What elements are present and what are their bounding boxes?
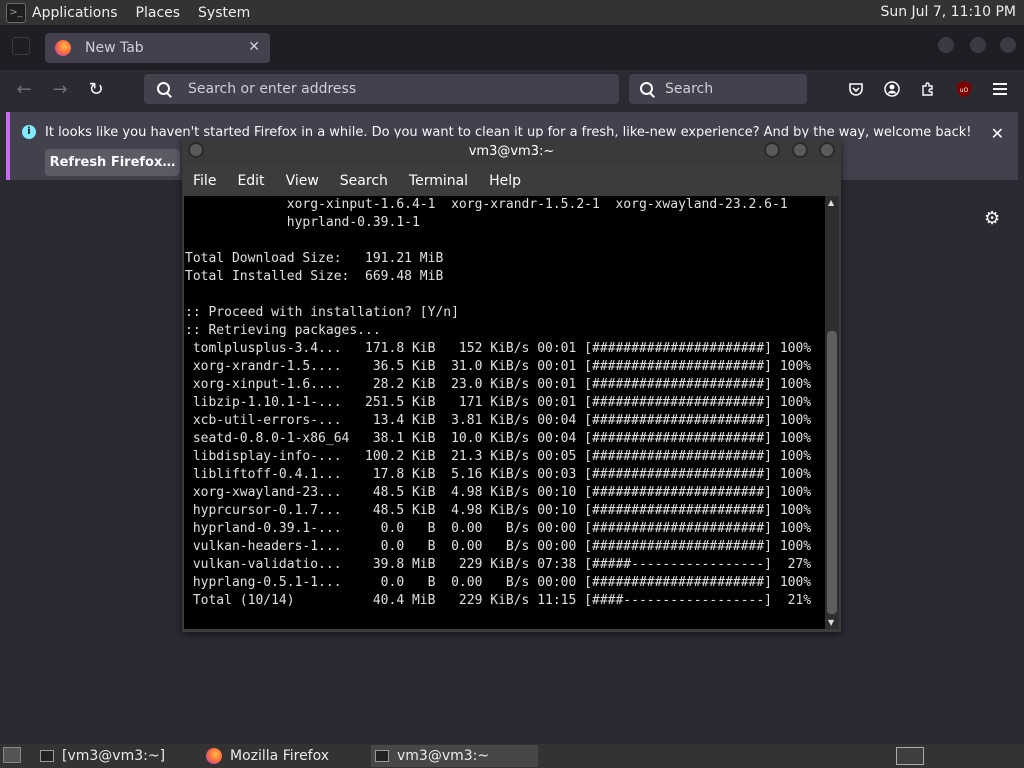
terminal-line: xorg-xinput-1.6.... 28.2 KiB 23.0 KiB/s …: [185, 377, 812, 392]
taskbar-item-label: vm3@vm3:~: [397, 748, 490, 764]
maximize-icon[interactable]: [970, 37, 986, 53]
menu-edit[interactable]: Edit: [237, 173, 264, 189]
menu-icon[interactable]: [992, 82, 1008, 96]
reload-icon[interactable]: ↻: [86, 80, 106, 100]
system-menu[interactable]: System: [198, 5, 250, 21]
search-input[interactable]: [663, 80, 807, 98]
terminal-line: seatd-0.8.0-1-x86_64 38.1 KiB 10.0 KiB/s…: [185, 431, 812, 446]
minimize-icon[interactable]: [764, 142, 780, 158]
menu-search[interactable]: Search: [340, 173, 388, 189]
firefox-toolbar: ← → ↻ uO: [0, 70, 1024, 110]
terminal-line: vulkan-headers-1... 0.0 B 0.00 B/s 00:00…: [185, 539, 812, 554]
terminal-menubar: File Edit View Search Terminal Help: [182, 166, 841, 196]
taskbar-item-terminal-minimized[interactable]: [vm3@vm3:~]: [36, 745, 196, 767]
terminal-line: xorg-xinput-1.6.4-1 xorg-xrandr-1.5.2-1 …: [185, 197, 788, 212]
taskbar-item-terminal-active[interactable]: vm3@vm3:~: [371, 745, 538, 767]
top-panel: >_ Applications Places System Sun Jul 7,…: [0, 0, 1024, 25]
terminal-line: xorg-xwayland-23... 48.5 KiB 4.98 KiB/s …: [185, 485, 812, 500]
scrollbar-thumb[interactable]: [827, 331, 837, 614]
ublock-origin-icon[interactable]: uO: [956, 80, 972, 98]
pocket-icon[interactable]: [848, 81, 864, 97]
search-icon: [156, 81, 172, 97]
terminal-line: libdisplay-info-... 100.2 KiB 21.3 KiB/s…: [185, 449, 812, 464]
clock[interactable]: Sun Jul 7, 11:10 PM: [880, 4, 1016, 20]
address-input[interactable]: [186, 80, 570, 98]
search-icon: [639, 81, 653, 97]
show-desktop-icon[interactable]: [3, 747, 21, 763]
places-menu[interactable]: Places: [136, 5, 181, 21]
info-icon: i: [22, 125, 36, 139]
terminal-line: xorg-xrandr-1.5.... 36.5 KiB 31.0 KiB/s …: [185, 359, 812, 374]
terminal-line: [184, 232, 825, 250]
menu-view[interactable]: View: [286, 173, 319, 189]
terminal-window: vm3@vm3:~ File Edit View Search Terminal…: [182, 138, 841, 632]
taskbar-item-label: [vm3@vm3:~]: [62, 748, 166, 764]
taskbar-item-label: Mozilla Firefox: [230, 748, 330, 764]
scroll-down-icon[interactable]: ▼: [828, 618, 834, 627]
terminal-line: hyprland-0.39.1-... 0.0 B 0.00 B/s 00:00…: [185, 521, 812, 536]
terminal-line: :: Retrieving packages...: [185, 323, 381, 338]
terminal-line: Total (10/14) 40.4 MiB 229 KiB/s 11:15 […: [185, 593, 812, 608]
scroll-up-icon[interactable]: ▲: [828, 198, 834, 207]
applications-menu[interactable]: Applications: [32, 5, 118, 21]
bottom-taskbar: [vm3@vm3:~] Mozilla Firefox vm3@vm3:~: [0, 744, 1024, 768]
menu-help[interactable]: Help: [489, 173, 521, 189]
back-icon[interactable]: ←: [14, 80, 34, 100]
tab-title: New Tab: [85, 40, 144, 56]
close-tab-icon[interactable]: ✕: [248, 39, 260, 55]
terminal-line: :: Proceed with installation? [Y/n]: [185, 305, 459, 320]
terminal-scrollbar[interactable]: ▲ ▼: [825, 196, 839, 629]
firefox-tab-bar: New Tab ✕: [0, 25, 1024, 70]
terminal-line: xcb-util-errors-... 13.4 KiB 3.81 KiB/s …: [185, 413, 812, 428]
terminal-icon: [40, 750, 54, 762]
terminal-output[interactable]: xorg-xinput-1.6.4-1 xorg-xrandr-1.5.2-1 …: [184, 196, 825, 629]
menu-terminal[interactable]: Terminal: [409, 173, 468, 189]
window-title: vm3@vm3:~: [468, 144, 555, 159]
search-bar[interactable]: [629, 74, 807, 104]
terminal-line: hyprcursor-0.1.7... 48.5 KiB 4.98 KiB/s …: [185, 503, 812, 518]
close-icon[interactable]: ✕: [991, 124, 1004, 143]
taskbar-item-firefox[interactable]: Mozilla Firefox: [202, 745, 367, 767]
menu-file[interactable]: File: [193, 173, 216, 189]
terminal-line: hyprlang-0.5.1-1... 0.0 B 0.00 B/s 00:00…: [185, 575, 812, 590]
terminal-icon: [375, 750, 389, 762]
terminal-title-bar[interactable]: vm3@vm3:~: [182, 138, 841, 166]
minimize-icon[interactable]: [938, 37, 954, 53]
tab-new-tab[interactable]: New Tab ✕: [45, 33, 270, 63]
terminal-line: tomlplusplus-3.4... 171.8 KiB 152 KiB/s …: [185, 341, 812, 356]
maximize-icon[interactable]: [792, 142, 808, 158]
terminal-line: libliftoff-0.4.1... 17.8 KiB 5.16 KiB/s …: [185, 467, 812, 482]
gear-icon[interactable]: ⚙: [984, 208, 1000, 229]
workspace-switcher[interactable]: [896, 747, 924, 765]
window-menu-icon[interactable]: [188, 142, 204, 158]
svg-text:uO: uO: [960, 87, 969, 94]
close-window-icon[interactable]: [819, 142, 835, 158]
refresh-firefox-button[interactable]: Refresh Firefox…: [45, 149, 180, 176]
terminal-launcher-icon[interactable]: >_: [6, 2, 26, 23]
tab-list-icon[interactable]: [12, 37, 30, 55]
terminal-line: Total Download Size: 191.21 MiB: [185, 251, 444, 266]
extensions-icon[interactable]: [920, 81, 936, 97]
close-window-icon[interactable]: [1000, 37, 1016, 53]
account-icon[interactable]: [884, 81, 900, 97]
address-bar[interactable]: [144, 74, 619, 104]
forward-icon[interactable]: →: [50, 80, 70, 100]
terminal-line: hyprland-0.39.1-1: [185, 215, 420, 230]
terminal-line: Total Installed Size: 669.48 MiB: [185, 269, 444, 284]
firefox-logo-icon: [55, 40, 71, 56]
firefox-logo-icon: [206, 748, 222, 764]
terminal-line: libzip-1.10.1-1-... 251.5 KiB 171 KiB/s …: [185, 395, 812, 410]
terminal-line: vulkan-validatio... 39.8 MiB 229 KiB/s 0…: [185, 557, 812, 572]
terminal-line: [184, 286, 825, 304]
